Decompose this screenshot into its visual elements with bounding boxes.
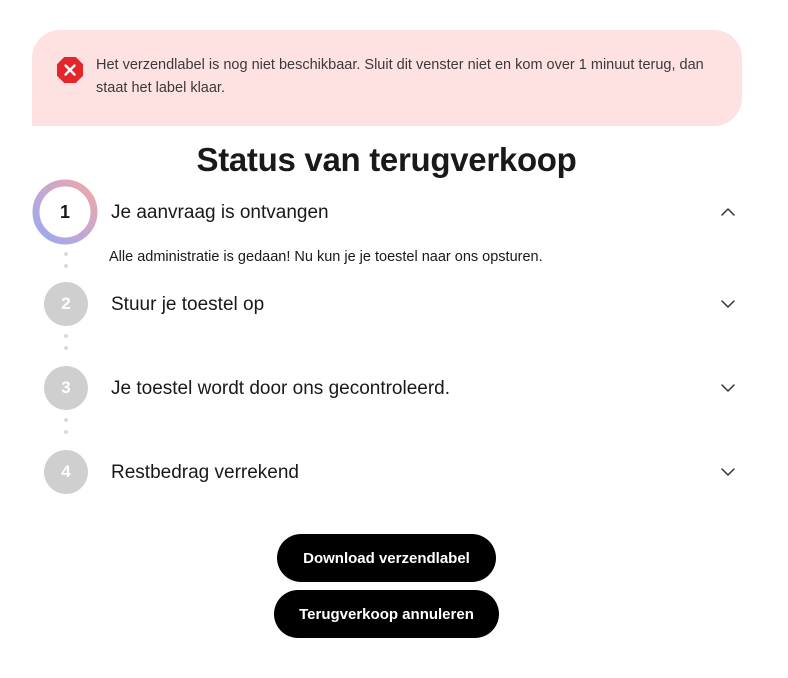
step-1: 1 Je aanvraag is ontvangen bbox=[32, 179, 744, 245]
step-2-header[interactable]: Stuur je toestel op bbox=[32, 282, 744, 326]
step-4-label: Restbedrag verrekend bbox=[111, 462, 299, 483]
step-connector bbox=[64, 418, 68, 442]
step-1-description: Alle administratie is gedaan! Nu kun je … bbox=[109, 249, 543, 265]
page-title: Status van terugverkoop bbox=[196, 141, 577, 178]
chevron-up-icon bbox=[721, 208, 735, 216]
step-3-label: Je toestel wordt door ons gecontroleerd. bbox=[111, 378, 451, 399]
step-3: 3 Je toestel wordt door ons gecontroleer… bbox=[32, 366, 744, 410]
error-alert: Het verzendlabel is nog niet beschikbaar… bbox=[32, 30, 742, 126]
chevron-down-icon bbox=[721, 384, 735, 392]
step-4-header[interactable]: Restbedrag verrekend bbox=[32, 450, 744, 494]
step-2-label: Stuur je toestel op bbox=[111, 294, 265, 315]
step-4: 4 Restbedrag verrekend bbox=[32, 450, 744, 494]
error-close-icon bbox=[57, 57, 83, 83]
chevron-down-icon bbox=[721, 468, 735, 476]
download-label-button[interactable]: Download verzendlabel bbox=[277, 534, 496, 582]
cancel-resale-button[interactable]: Terugverkoop annuleren bbox=[274, 590, 499, 638]
chevron-down-icon bbox=[721, 300, 735, 308]
step-1-label: Je aanvraag is ontvangen bbox=[111, 202, 329, 223]
alert-message: Het verzendlabel is nog niet beschikbaar… bbox=[96, 57, 704, 96]
step-connector bbox=[64, 252, 68, 276]
step-2: 2 Stuur je toestel op bbox=[32, 282, 744, 326]
step-1-header[interactable]: Je aanvraag is ontvangen bbox=[32, 187, 744, 237]
step-3-header[interactable]: Je toestel wordt door ons gecontroleerd. bbox=[32, 366, 744, 410]
step-connector bbox=[64, 334, 68, 358]
